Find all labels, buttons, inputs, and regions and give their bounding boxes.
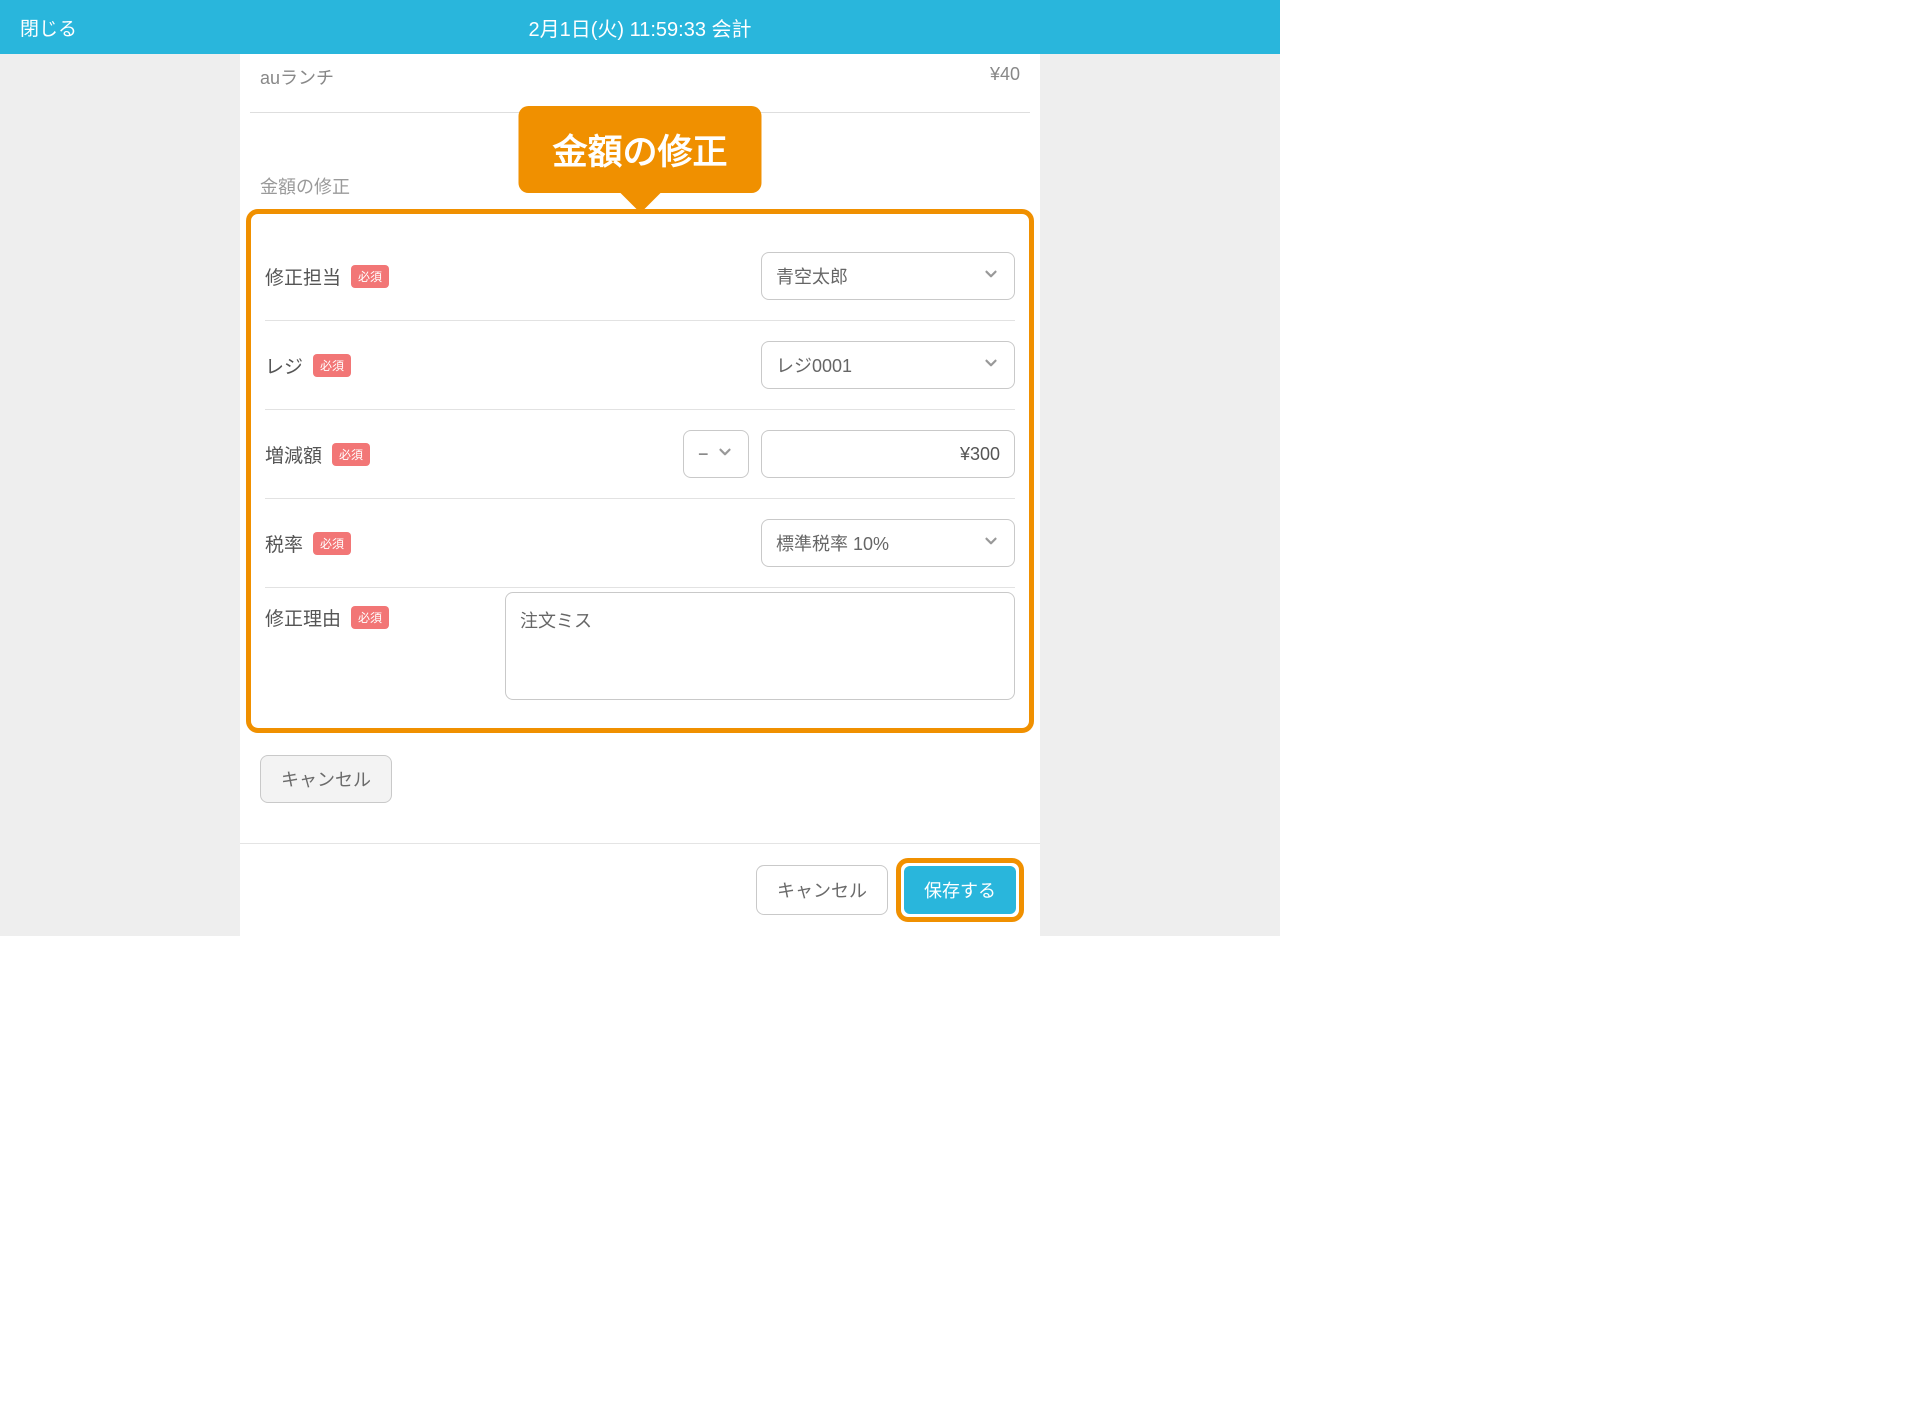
tax-label: 税率	[265, 530, 303, 557]
row-amount: 増減額 必須 − ¥300	[265, 410, 1015, 499]
item-name: auランチ	[260, 64, 334, 90]
header-title: 2月1日(火) 11:59:33 会計	[528, 13, 751, 42]
required-badge: 必須	[332, 443, 370, 466]
chevron-down-icon	[982, 354, 1000, 377]
cancel-button-inline[interactable]: キャンセル	[260, 755, 392, 803]
main-panel: auランチ ¥40 金額の修正 金額の修正 修正担当 必須 青空太郎	[240, 54, 1040, 936]
amount-label: 増減額	[265, 441, 322, 468]
tax-select[interactable]: 標準税率 10%	[761, 519, 1015, 567]
register-label: レジ	[265, 352, 303, 379]
sign-value: −	[698, 444, 709, 465]
assignee-value: 青空太郎	[776, 263, 848, 289]
row-register: レジ 必須 レジ0001	[265, 321, 1015, 410]
register-value: レジ0001	[776, 352, 852, 378]
amount-input[interactable]: ¥300	[761, 430, 1015, 478]
row-reason: 修正理由 必須	[265, 588, 1015, 720]
required-badge: 必須	[313, 532, 351, 555]
chevron-down-icon	[982, 265, 1000, 288]
amount-value: ¥300	[960, 444, 1000, 465]
amount-edit-form: 金額の修正 修正担当 必須 青空太郎 レジ 必須	[246, 209, 1034, 733]
row-assignee: 修正担当 必須 青空太郎	[265, 232, 1015, 321]
chevron-down-icon	[982, 532, 1000, 555]
cancel-button[interactable]: キャンセル	[756, 865, 888, 915]
callout-label: 金額の修正	[518, 106, 761, 193]
save-button[interactable]: 保存する	[904, 866, 1016, 914]
assignee-select[interactable]: 青空太郎	[761, 252, 1015, 300]
required-badge: 必須	[351, 606, 389, 629]
sign-select[interactable]: −	[683, 430, 749, 478]
item-price: ¥40	[990, 64, 1020, 90]
reason-textarea[interactable]	[505, 592, 1015, 700]
register-select[interactable]: レジ0001	[761, 341, 1015, 389]
reason-label: 修正理由	[265, 604, 341, 631]
chevron-down-icon	[716, 443, 734, 466]
close-button[interactable]: 閉じる	[20, 14, 77, 41]
save-highlight: 保存する	[896, 858, 1024, 922]
required-badge: 必須	[313, 354, 351, 377]
row-tax: 税率 必須 標準税率 10%	[265, 499, 1015, 588]
app-header: 閉じる 2月1日(火) 11:59:33 会計	[0, 0, 1280, 54]
tax-value: 標準税率 10%	[776, 530, 889, 556]
bottom-action-bar: キャンセル 保存する	[240, 843, 1040, 936]
required-badge: 必須	[351, 265, 389, 288]
content-area: auランチ ¥40 金額の修正 金額の修正 修正担当 必須 青空太郎	[0, 54, 1280, 936]
assignee-label: 修正担当	[265, 263, 341, 290]
